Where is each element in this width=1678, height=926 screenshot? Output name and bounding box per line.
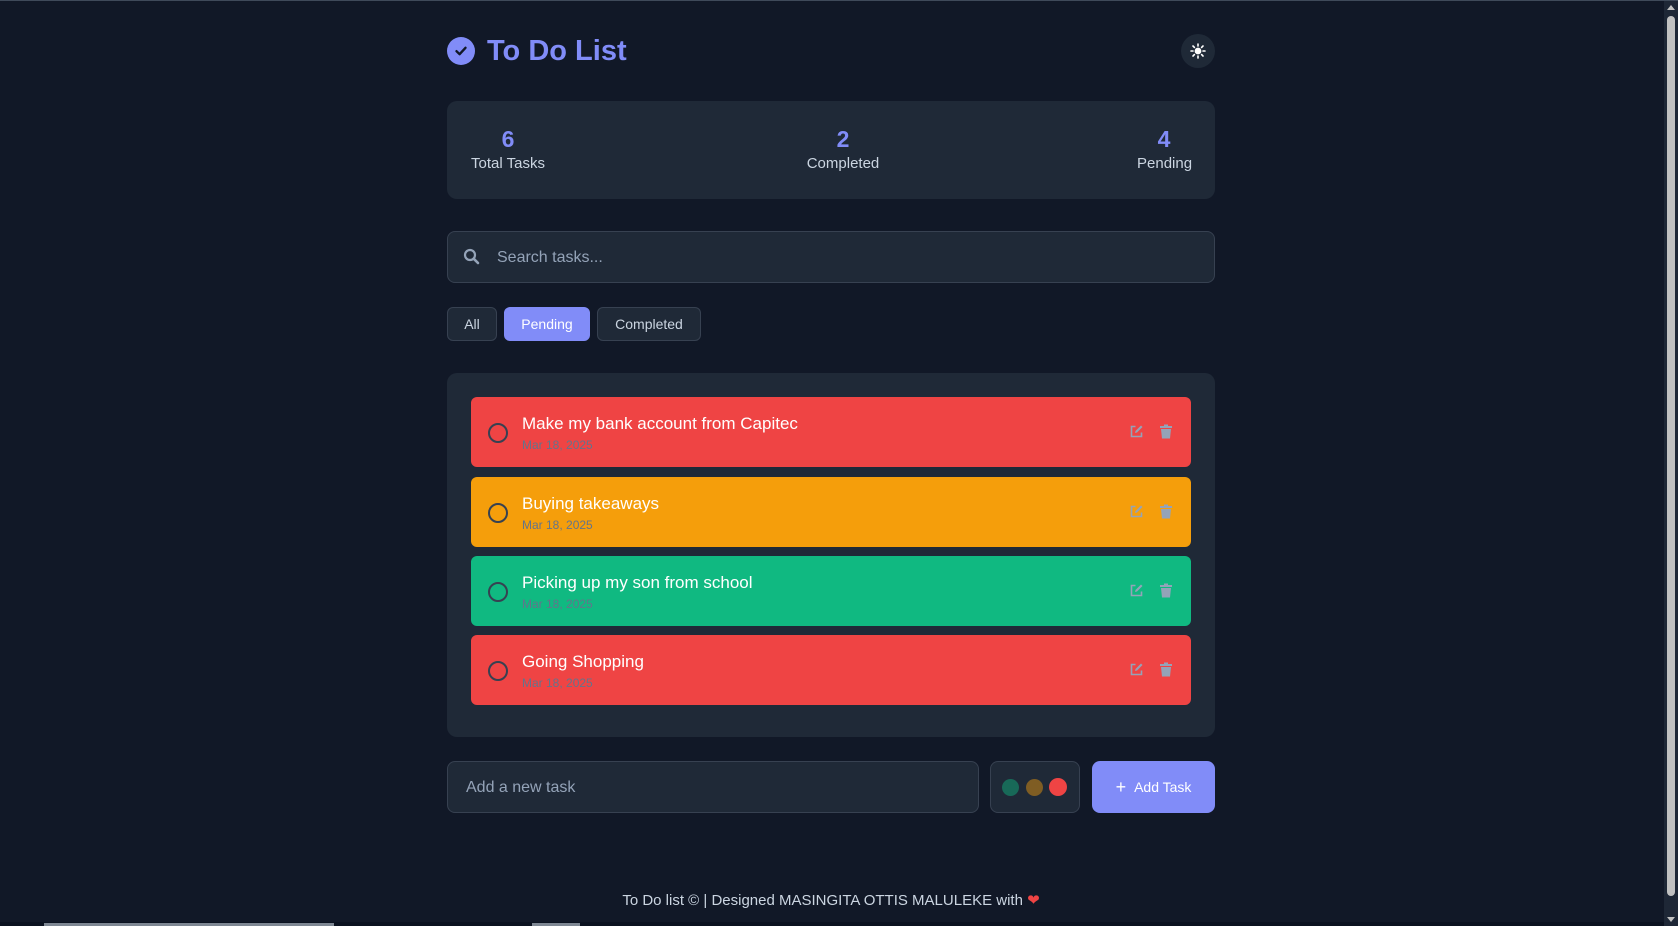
task-checkbox[interactable] xyxy=(488,582,508,602)
task-date: Mar 18, 2025 xyxy=(522,597,593,611)
filter-all-button[interactable]: All xyxy=(447,307,497,341)
plus-icon: + xyxy=(1115,777,1127,797)
check-circle-icon xyxy=(447,37,475,65)
trash-icon[interactable] xyxy=(1159,662,1173,677)
scrollbar-thumb[interactable] xyxy=(1667,16,1675,896)
trash-icon[interactable] xyxy=(1159,583,1173,598)
color-picker xyxy=(990,761,1080,813)
task-item: Picking up my son from school Mar 18, 20… xyxy=(471,556,1191,626)
add-task-input[interactable] xyxy=(464,762,968,814)
stat-pending-value: 4 xyxy=(1157,126,1171,152)
footer: To Do list © | Designed MASINGITA OTTIS … xyxy=(447,891,1215,909)
trash-icon[interactable] xyxy=(1159,504,1173,519)
search-bar xyxy=(447,231,1215,284)
task-item: Make my bank account from Capitec Mar 18… xyxy=(471,397,1191,467)
vertical-scrollbar[interactable] xyxy=(1664,1,1678,926)
scroll-down-arrow-icon[interactable] xyxy=(1667,917,1675,922)
stat-completed-value: 2 xyxy=(836,126,850,152)
task-name: Picking up my son from school xyxy=(522,573,753,592)
task-item: Going Shopping Mar 18, 2025 xyxy=(471,635,1191,705)
theme-toggle-button[interactable] xyxy=(1181,34,1215,68)
stat-pending: 4 Pending xyxy=(1137,125,1193,174)
heart-icon: ❤ xyxy=(1027,892,1040,909)
stat-total: 6 Total Tasks xyxy=(471,125,545,174)
sun-icon xyxy=(1190,43,1206,59)
filter-completed-button[interactable]: Completed xyxy=(597,307,701,341)
edit-icon[interactable] xyxy=(1129,662,1144,677)
task-date: Mar 18, 2025 xyxy=(522,518,593,532)
task-name: Make my bank account from Capitec xyxy=(522,414,798,433)
task-date: Mar 18, 2025 xyxy=(522,438,593,452)
page-title: To Do List xyxy=(487,35,627,67)
task-date: Mar 18, 2025 xyxy=(522,676,593,690)
scroll-up-arrow-icon[interactable] xyxy=(1667,5,1675,10)
task-name: Buying takeaways xyxy=(522,494,660,513)
task-name: Going Shopping xyxy=(522,652,644,671)
add-task-field xyxy=(447,761,979,814)
stats-panel: 6 Total Tasks 2 Completed 4 Pending xyxy=(447,101,1215,199)
task-list: Make my bank account from Capitec Mar 18… xyxy=(447,373,1215,737)
stat-total-value: 6 xyxy=(501,126,515,152)
task-checkbox[interactable] xyxy=(488,503,508,523)
search-icon xyxy=(463,248,480,265)
stat-completed-label: Completed xyxy=(806,155,880,172)
task-item: Buying takeaways Mar 18, 2025 xyxy=(471,477,1191,547)
window-top-border xyxy=(0,0,1678,1)
filter-pending-button[interactable]: Pending xyxy=(504,307,590,341)
edit-icon[interactable] xyxy=(1129,424,1144,439)
stat-pending-label: Pending xyxy=(1137,155,1193,172)
search-input[interactable] xyxy=(495,232,1199,284)
add-task-button[interactable]: + Add Task xyxy=(1092,761,1215,813)
color-option-orange[interactable] xyxy=(1026,779,1043,796)
color-option-red[interactable] xyxy=(1049,778,1067,796)
task-checkbox[interactable] xyxy=(488,423,508,443)
add-task-button-label: Add Task xyxy=(1134,779,1192,795)
color-option-green[interactable] xyxy=(1002,779,1019,796)
edit-icon[interactable] xyxy=(1129,504,1144,519)
footer-text: To Do list © | Designed MASINGITA OTTIS … xyxy=(622,892,1023,909)
stat-completed: 2 Completed xyxy=(805,125,881,174)
edit-icon[interactable] xyxy=(1129,583,1144,598)
task-checkbox[interactable] xyxy=(488,661,508,681)
stat-total-label: Total Tasks xyxy=(471,155,545,172)
trash-icon[interactable] xyxy=(1159,424,1173,439)
app-header: To Do List xyxy=(447,34,1215,68)
